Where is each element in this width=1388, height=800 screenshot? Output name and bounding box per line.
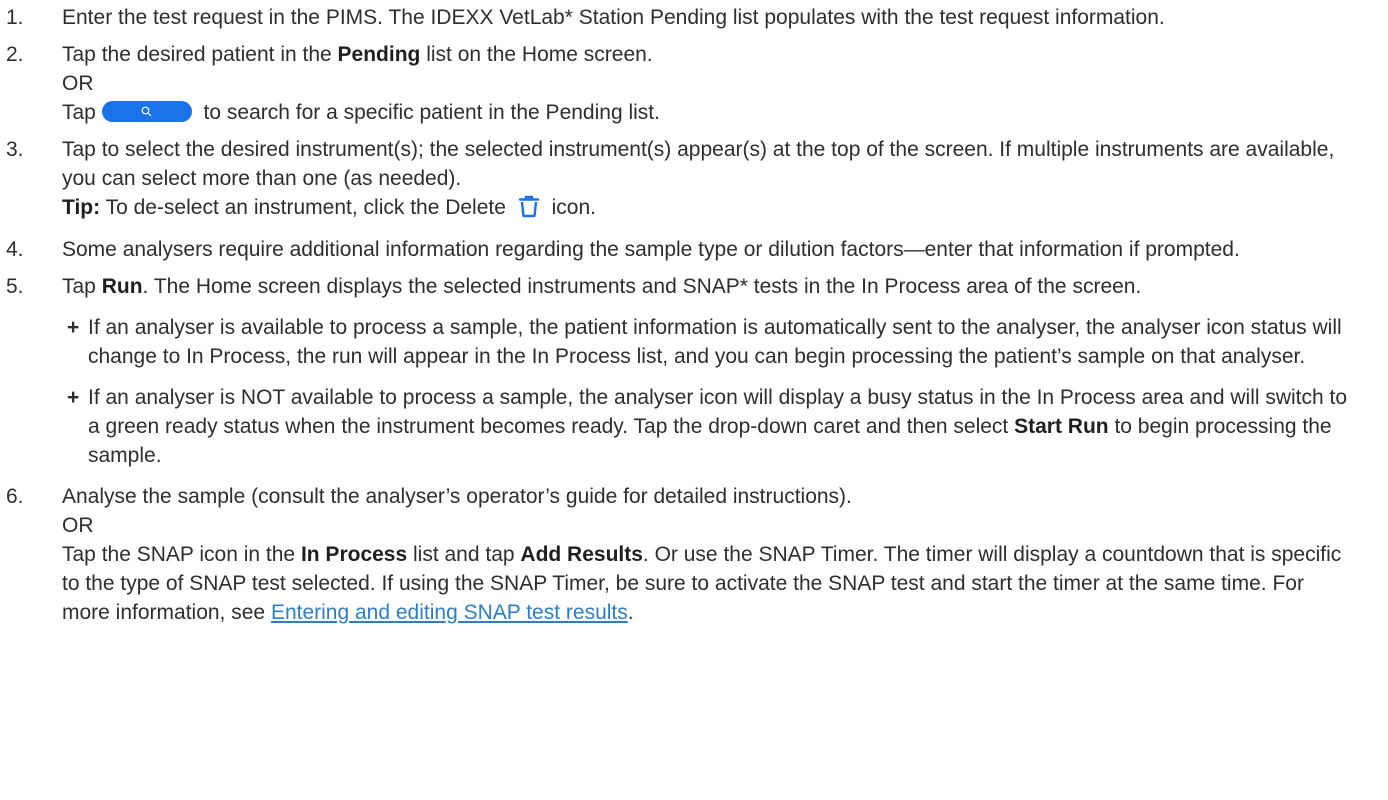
text-run: list and tap xyxy=(407,543,521,566)
or-label: OR xyxy=(62,514,94,537)
steps-list: 1. Enter the test request in the PIMS. T… xyxy=(0,3,1348,627)
step-1: 1. Enter the test request in the PIMS. T… xyxy=(0,3,1348,32)
step-6: 6. Analyse the sample (consult the analy… xyxy=(0,482,1348,627)
or-label: OR xyxy=(62,72,94,95)
step-number: 5. xyxy=(6,275,24,298)
start-run-label: Start Run xyxy=(1014,415,1109,438)
run-label: Run xyxy=(101,275,143,298)
text-run: To de-select an instrument, click the De… xyxy=(100,196,512,219)
add-results-label: Add Results xyxy=(520,543,643,566)
text-run: Tap xyxy=(62,101,102,124)
step-text: Analyse the sample (consult the analyser… xyxy=(62,485,852,508)
step-text: Tap to search for a specific patient in … xyxy=(62,98,1348,127)
pending-label: Pending xyxy=(337,43,421,66)
plus-bullet-icon: + xyxy=(67,316,80,339)
text-run: Tap xyxy=(62,275,102,298)
step-text: Enter the test request in the PIMS. The … xyxy=(62,6,1165,29)
step-number: 2. xyxy=(6,43,24,66)
step-text: Some analysers require additional inform… xyxy=(62,238,1240,261)
in-process-label: In Process xyxy=(300,543,408,566)
text-run: . xyxy=(627,601,634,624)
search-button[interactable] xyxy=(101,101,192,122)
trash-icon xyxy=(516,193,542,227)
step-number: 6. xyxy=(6,485,24,508)
step-number: 4. xyxy=(6,238,24,261)
text-run: icon. xyxy=(545,196,596,219)
step-number: 3. xyxy=(6,138,24,161)
instructions-document: 1. Enter the test request in the PIMS. T… xyxy=(0,0,1388,627)
step-text: Tap the desired patient in the Pending l… xyxy=(62,40,1348,69)
step-text: Tap to select the desired instrument(s);… xyxy=(62,138,1335,190)
search-icon xyxy=(141,106,152,117)
step-text: Tap Run. The Home screen displays the se… xyxy=(62,272,1348,301)
text-run: Tap the SNAP icon in the xyxy=(62,543,301,566)
snap-results-link[interactable]: Entering and editing SNAP test results xyxy=(271,601,628,624)
plus-bullet-icon: + xyxy=(67,386,80,409)
list-item: + If an analyser is NOT available to pro… xyxy=(62,383,1348,470)
step-4: 4. Some analysers require additional inf… xyxy=(0,235,1348,264)
bullet-list: + If an analyser is available to process… xyxy=(62,313,1348,470)
step-number: 1. xyxy=(6,6,24,29)
text-run: list on the Home screen. xyxy=(420,43,653,66)
text-run: Tap the desired patient in the xyxy=(62,43,338,66)
step-5: 5. Tap Run. The Home screen displays the… xyxy=(0,272,1348,470)
text-run: to search for a specific patient in the … xyxy=(197,101,660,124)
step-2: 2. Tap the desired patient in the Pendin… xyxy=(0,40,1348,127)
bullet-text: If an analyser is available to process a… xyxy=(88,316,1342,368)
step-text: Tap the SNAP icon in the In Process list… xyxy=(62,540,1348,627)
text-run: . The Home screen displays the selected … xyxy=(142,275,1142,298)
step-3: 3. Tap to select the desired instrument(… xyxy=(0,135,1348,227)
tip: Tip: To de-select an instrument, click t… xyxy=(62,193,1348,227)
tip-label: Tip: xyxy=(62,196,101,219)
list-item: + If an analyser is available to process… xyxy=(62,313,1348,371)
